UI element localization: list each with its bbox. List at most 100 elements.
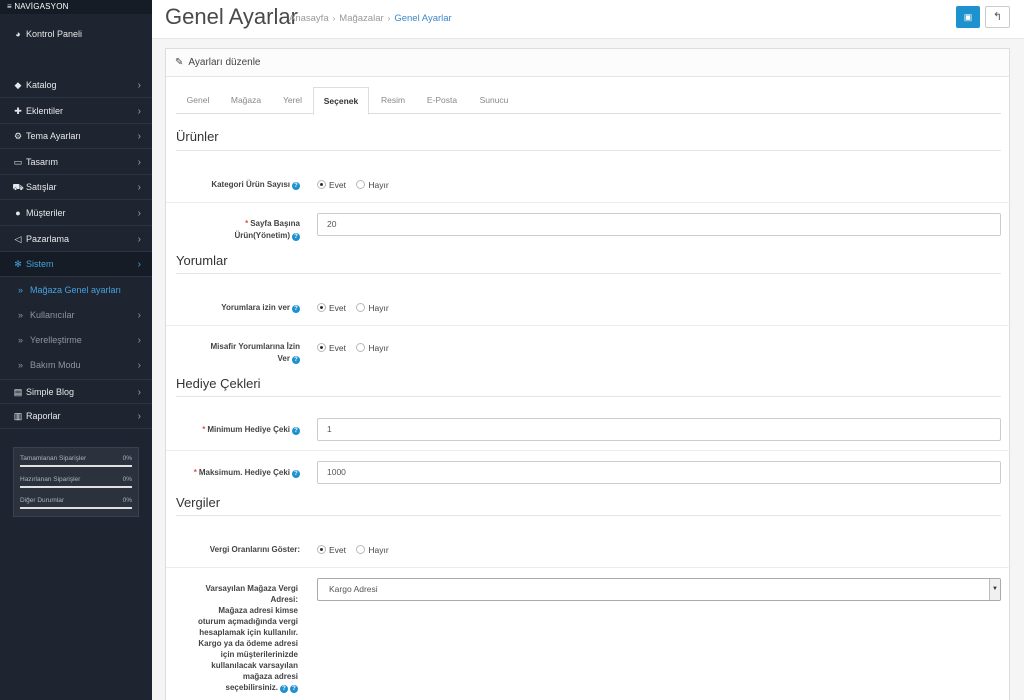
category-count-radio-group: Evet Hayır <box>317 179 389 191</box>
sidebar-item-theme[interactable]: ⚙ Tema Ayarları › <box>0 124 152 149</box>
stat-value: 0% <box>122 497 132 504</box>
voucher-min-input[interactable]: 1 <box>317 418 1001 441</box>
help-icon[interactable]: ? <box>292 182 300 190</box>
label-text: Ver <box>277 354 290 363</box>
user-icon: ● <box>15 208 21 218</box>
section-title-products: Ürünler <box>176 129 219 144</box>
page-title: Genel Ayarlar <box>165 4 298 29</box>
double-chevron-icon: » <box>18 360 24 370</box>
puzzle-icon: ✚ <box>14 106 22 116</box>
sidebar-subitem-localisation[interactable]: » Yerelleştirme › <box>0 328 152 353</box>
double-chevron-icon: » <box>18 335 24 345</box>
sidebar-subitem-store-settings[interactable]: » Mağaza Genel ayarları <box>0 278 152 303</box>
help-icon[interactable]: ? <box>290 685 298 693</box>
sidebar-item-extensions[interactable]: ✚ Eklentiler › <box>0 99 152 124</box>
field-label-guest-reviews: Misafir Yorumlarına İzin Ver? <box>178 341 300 365</box>
per-page-input[interactable]: 20 <box>317 213 1001 236</box>
radio-yes[interactable] <box>317 343 326 352</box>
row-divider <box>166 450 1011 451</box>
help-icon[interactable]: ? <box>280 685 288 693</box>
radio-yes-label: Evet <box>329 180 347 190</box>
help-icon[interactable]: ? <box>292 356 300 364</box>
row-divider <box>166 202 1011 203</box>
pencil-icon: ✎ <box>175 57 184 68</box>
radio-no-label: Hayır <box>368 343 389 353</box>
tax-address-select[interactable]: Kargo Adresi ▼ <box>317 578 1001 601</box>
nav-header-label: NAVİGASYON <box>14 2 69 11</box>
label-text: Vergi Oranlarını Göster: <box>209 545 300 554</box>
chevron-right-icon: › <box>137 387 141 398</box>
sidebar-item-catalog[interactable]: ◆ Katalog › <box>0 73 152 98</box>
breadcrumb-stores[interactable]: Mağazalar <box>339 13 383 24</box>
cogs-icon: ⚙ <box>13 131 23 141</box>
tags-icon: ◆ <box>14 80 22 90</box>
help-icon[interactable]: ? <box>292 233 300 241</box>
stat-value: 0% <box>122 455 132 462</box>
chevron-right-icon: › <box>137 80 141 91</box>
stat-processing: Hazırlanan Siparişler 0% <box>20 473 132 494</box>
breadcrumb-current[interactable]: Genel Ayarlar <box>394 13 451 24</box>
sidebar-item-customers[interactable]: ● Müşteriler › <box>0 201 152 226</box>
sidebar-subitem-maintenance[interactable]: » Bakım Modu › <box>0 353 152 378</box>
field-label-voucher-max: * Maksimum. Hediye Çeki? <box>178 467 300 479</box>
chevron-right-icon: › <box>137 234 141 245</box>
reply-arrow-icon: ↰ <box>992 11 1003 23</box>
chevron-right-icon: › <box>137 310 141 321</box>
tab-image[interactable]: Resim <box>369 87 417 114</box>
sidebar-item-sales[interactable]: ⛟ Satışlar › <box>0 175 152 200</box>
chevron-right-icon: › <box>137 106 141 117</box>
section-title-vouchers: Hediye Çekleri <box>176 376 261 391</box>
help-text-line: mağaza adresi <box>242 672 298 681</box>
tab-store[interactable]: Mağaza <box>220 87 272 114</box>
sidebar-item-label: Satışlar <box>26 182 57 192</box>
radio-yes-label: Evet <box>329 343 347 353</box>
radio-yes[interactable] <box>317 545 326 554</box>
help-icon[interactable]: ? <box>292 305 300 313</box>
breadcrumb-separator-icon: › <box>332 14 336 23</box>
sidebar-subitem-users[interactable]: » Kullanıcılar › <box>0 303 152 328</box>
sidebar-item-reports[interactable]: ▥ Raporlar › <box>0 404 152 429</box>
voucher-max-input[interactable]: 1000 <box>317 461 1001 484</box>
label-text: Yorumlara izin ver <box>221 303 290 312</box>
tab-server[interactable]: Sunucu <box>467 87 521 114</box>
label-text: Misafir Yorumlarına İzin <box>210 342 300 351</box>
sidebar-item-marketing[interactable]: ◁ Pazarlama › <box>0 227 152 252</box>
breadcrumb-home[interactable]: Anasayfa <box>289 13 329 24</box>
tab-local[interactable]: Yerel <box>272 87 313 114</box>
radio-no[interactable] <box>356 180 366 189</box>
divider <box>176 396 1001 397</box>
help-text-line: Kargo ya da ödeme adresi <box>198 639 298 648</box>
radio-yes[interactable] <box>317 180 326 189</box>
sidebar-item-system[interactable]: ✻ Sistem › <box>0 252 152 277</box>
gear-icon: ✻ <box>14 259 22 269</box>
tab-general[interactable]: Genel <box>176 87 220 114</box>
sidebar-item-label: Simple Blog <box>26 387 75 397</box>
sidebar-item-design[interactable]: ▭ Tasarım › <box>0 150 152 175</box>
radio-yes[interactable] <box>317 303 326 312</box>
tab-option[interactable]: Seçenek <box>313 87 369 115</box>
sidebar-item-dashboard[interactable]: ◕ Kontrol Paneli <box>0 22 152 47</box>
help-icon[interactable]: ? <box>292 427 300 435</box>
radio-no[interactable] <box>356 303 366 312</box>
chevron-right-icon: › <box>137 411 141 422</box>
help-text-line: hesaplamak için kullanılır. <box>199 628 298 637</box>
settings-panel: ✎ Ayarları düzenle Genel Mağaza Yerel Seç… <box>165 48 1011 700</box>
sidebar-item-label: Eklentiler <box>26 106 64 116</box>
sidebar-item-blog[interactable]: ▤ Simple Blog › <box>0 379 152 404</box>
nav-header[interactable]: ≡ NAVİGASYON <box>0 0 152 14</box>
share-icon: ◁ <box>14 234 22 244</box>
label-text: Maksimum. Hediye Çeki <box>198 468 290 477</box>
label-text: Adresi: <box>270 595 298 604</box>
help-icon[interactable]: ? <box>292 470 300 478</box>
row-divider <box>166 567 1011 568</box>
sidebar-item-label: Müşteriler <box>26 208 66 218</box>
radio-no[interactable] <box>356 545 366 554</box>
chevron-right-icon: › <box>137 182 141 193</box>
save-button[interactable]: ▣ <box>956 6 980 28</box>
stat-other: Diğer Durumlar 0% <box>20 494 132 515</box>
tab-mail[interactable]: E-Posta <box>417 87 467 114</box>
stat-label: Tamamlanan Siparişler <box>20 455 87 462</box>
radio-no[interactable] <box>356 343 366 352</box>
back-button[interactable]: ↰ <box>985 6 1010 28</box>
field-label-voucher-min: * Minimum Hediye Çeki? <box>178 424 300 436</box>
